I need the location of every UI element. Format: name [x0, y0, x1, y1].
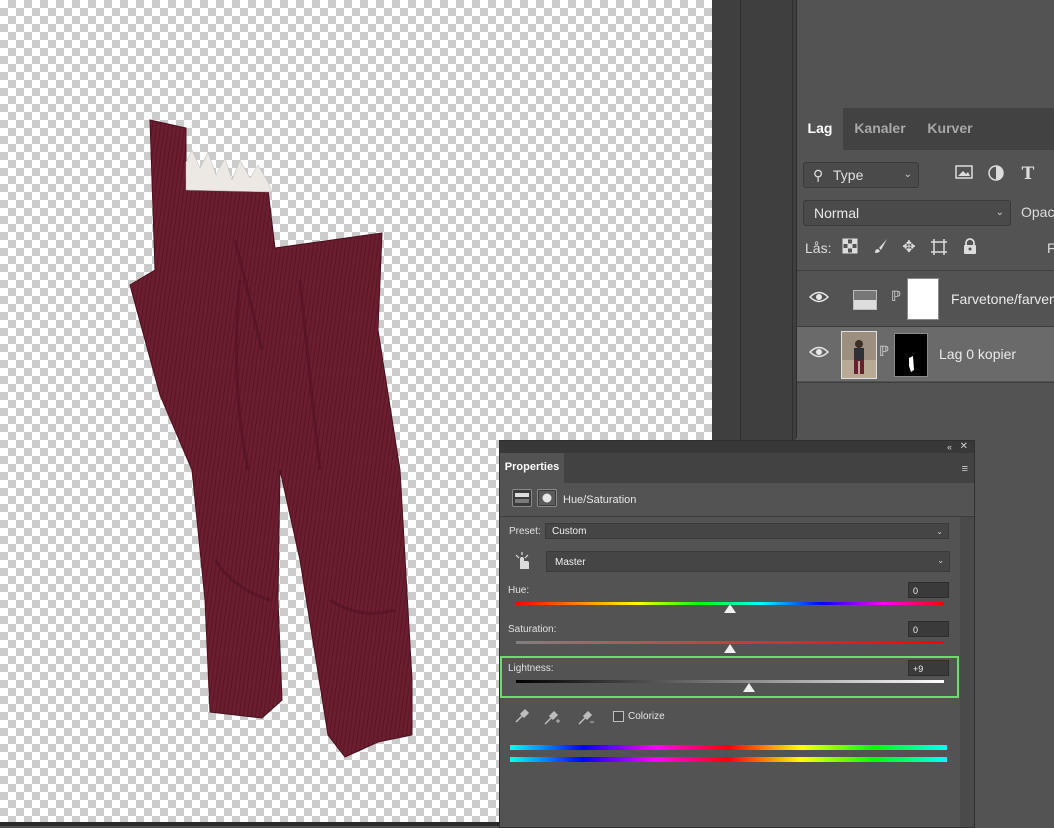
- panel-menu-icon[interactable]: ≡: [962, 463, 968, 475]
- layers-divider: [797, 382, 1054, 383]
- link-icon: ℙ: [879, 343, 889, 359]
- tab-properties[interactable]: Properties: [500, 453, 564, 483]
- saturation-label: Saturation:: [508, 624, 557, 635]
- preset-select[interactable]: Custom ⌄: [545, 523, 949, 539]
- properties-titlebar[interactable]: « ✕: [500, 441, 974, 453]
- tab-kurver[interactable]: Kurver: [919, 108, 981, 150]
- properties-panel: « ✕ Properties ≡ Hue/Saturation Preset: …: [499, 440, 975, 828]
- image-filter-icon[interactable]: [954, 164, 974, 184]
- layers-panel: Lag Kanaler Kurver ⚲ Type ⌄ T Normal ⌄ O…: [796, 108, 1054, 438]
- close-icon[interactable]: ✕: [960, 441, 968, 453]
- hue-slider-thumb[interactable]: [724, 604, 736, 613]
- layer-name: Lag 0 kopier: [939, 346, 1017, 362]
- eyedropper-minus-icon[interactable]: [577, 708, 595, 726]
- eye-icon[interactable]: [809, 290, 829, 304]
- adjustment-settings-icon[interactable]: [512, 489, 532, 507]
- saturation-value-field[interactable]: 0: [908, 621, 949, 637]
- layer-name: Farvetone/farvem: [951, 291, 1054, 307]
- lightness-slider-thumb[interactable]: [743, 683, 756, 692]
- chevron-down-icon: ⌄: [936, 527, 943, 536]
- adjustment-title: Hue/Saturation: [563, 494, 637, 506]
- colorize-checkbox[interactable]: [613, 711, 624, 722]
- chevron-down-icon: ⌄: [903, 169, 912, 180]
- lightness-slider-track[interactable]: [516, 680, 944, 683]
- properties-scrollbar[interactable]: [960, 517, 974, 827]
- lock-artboard-icon[interactable]: [929, 238, 949, 258]
- saturation-slider-thumb[interactable]: [724, 644, 736, 653]
- search-icon: ⚲: [813, 167, 824, 183]
- input-color-bar: [510, 745, 947, 750]
- dock-divider: [792, 0, 793, 440]
- lightness-label: Lightness:: [508, 663, 554, 674]
- layer-row-hue-saturation[interactable]: ℙ Farvetone/farvem: [797, 272, 1054, 326]
- adjustment-filter-icon[interactable]: [986, 164, 1006, 184]
- layer-mask-thumbnail[interactable]: [894, 333, 928, 377]
- collapse-panel-icon[interactable]: «: [947, 441, 952, 453]
- layer-row-lag-0-kopier[interactable]: ℙ Lag 0 kopier: [797, 327, 1054, 381]
- pants-waistband: [185, 149, 273, 193]
- lock-image-pixels-icon[interactable]: [871, 238, 891, 258]
- fill-label: F: [1047, 240, 1054, 256]
- channel-value: Master: [555, 557, 586, 568]
- hue-label: Hue:: [508, 585, 530, 596]
- hue-value-field[interactable]: 0: [908, 582, 949, 598]
- link-icon: ℙ: [891, 288, 901, 304]
- lock-all-icon[interactable]: [960, 238, 980, 258]
- upper-panel-area: [796, 0, 1054, 108]
- layer-thumbnail-image: [842, 332, 876, 378]
- chevron-down-icon: ⌄: [937, 556, 944, 565]
- layer-mask-thumbnail[interactable]: [907, 278, 939, 320]
- lock-label: Lås:: [805, 240, 832, 256]
- mask-settings-icon[interactable]: [537, 489, 557, 507]
- hue-saturation-adjustment-icon: [853, 290, 877, 310]
- preset-label: Preset:: [509, 526, 541, 537]
- pants-body: [129, 119, 413, 758]
- lock-transparent-pixels-icon[interactable]: [840, 238, 860, 258]
- eyedropper-icon[interactable]: [513, 708, 531, 726]
- output-color-bar: [510, 757, 947, 762]
- adjustment-header: Hue/Saturation: [500, 483, 974, 517]
- lock-position-icon[interactable]: ✥: [899, 238, 919, 258]
- type-filter-icon[interactable]: T: [1018, 164, 1038, 184]
- blend-mode-select[interactable]: Normal ⌄: [803, 200, 1011, 226]
- lightness-value-field[interactable]: +9: [908, 660, 949, 676]
- targeted-adjustment-hand-icon[interactable]: [514, 551, 532, 571]
- blend-mode-value: Normal: [814, 205, 860, 221]
- lightness-highlight-box: [500, 656, 959, 698]
- preset-value: Custom: [552, 526, 587, 537]
- opacity-label: Opacity: [1021, 204, 1054, 220]
- tab-lag[interactable]: Lag: [797, 108, 843, 150]
- layer-filter-label: Type: [833, 167, 864, 183]
- layer-thumbnail[interactable]: [841, 331, 877, 379]
- dock-divider: [740, 0, 741, 440]
- chevron-down-icon: ⌄: [995, 207, 1004, 218]
- layers-divider: [797, 270, 1054, 271]
- colorize-label: Colorize: [628, 711, 665, 722]
- layer-filter-select[interactable]: ⚲ Type ⌄: [803, 162, 919, 188]
- mask-shape: [909, 356, 914, 372]
- properties-tabbar: Properties ≡: [500, 453, 974, 483]
- channel-select[interactable]: Master ⌄: [546, 551, 950, 572]
- tab-kanaler[interactable]: Kanaler: [847, 108, 913, 150]
- layers-panel-tabs: Lag Kanaler Kurver: [797, 108, 1054, 150]
- eyedropper-plus-icon[interactable]: [543, 708, 561, 726]
- eye-icon[interactable]: [809, 345, 829, 359]
